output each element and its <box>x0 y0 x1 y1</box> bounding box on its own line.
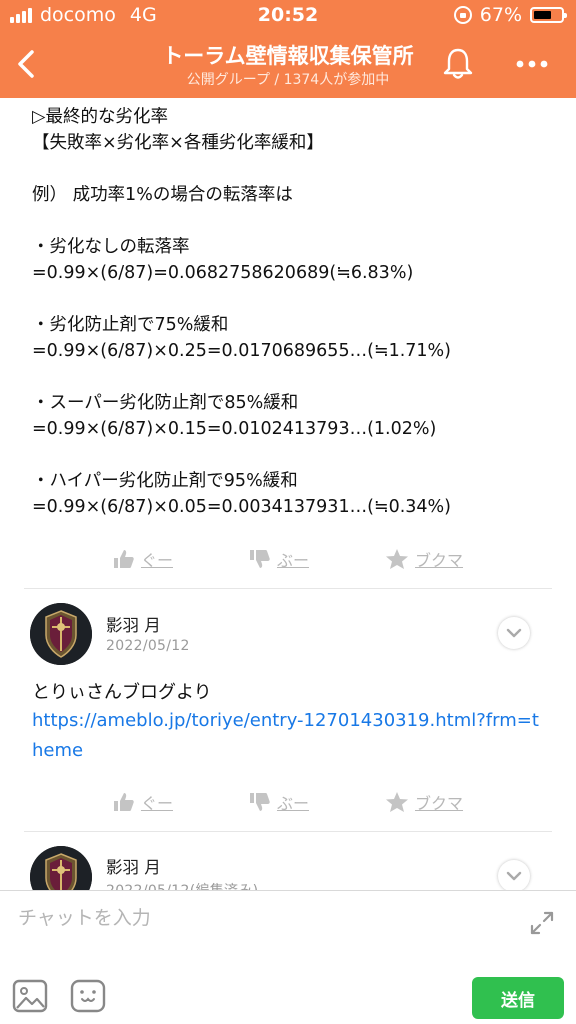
user-name: 影羽 月 <box>106 616 161 635</box>
shield-emblem-icon <box>30 603 92 665</box>
chevron-down-icon <box>506 628 522 638</box>
bookmark-label: ブクマ <box>415 551 464 570</box>
post-date: 2022/05/12(編集済み) <box>106 880 258 890</box>
like-label: ぐー <box>140 794 173 813</box>
bookmark-button[interactable]: ブクマ <box>385 547 463 571</box>
like-button[interactable]: ぐー <box>113 790 173 814</box>
bell-icon[interactable] <box>438 44 478 84</box>
post-body: ▷最終的な劣化率 【失敗率×劣化率×各種劣化率緩和】 例） 成功率1%の場合の転… <box>32 107 452 517</box>
dislike-button[interactable]: ぶー <box>249 790 309 814</box>
divider <box>24 588 552 589</box>
dislike-button[interactable]: ぶー <box>249 547 309 571</box>
chat-input[interactable] <box>18 901 518 935</box>
like-label: ぐー <box>140 551 173 570</box>
comment-menu-button[interactable] <box>498 860 530 890</box>
dislike-label: ぶー <box>276 551 309 570</box>
star-icon <box>386 549 408 569</box>
shield-emblem-icon <box>30 846 92 890</box>
battery-icon <box>530 7 567 23</box>
star-icon <box>386 792 408 812</box>
chevron-down-icon <box>506 871 522 881</box>
divider <box>24 831 552 832</box>
navigation-bar: トーラム壁情報収集保管所 公開グループ / 1374人が参加中 <box>0 32 576 98</box>
thumbs-up-icon <box>113 793 134 811</box>
bookmark-label: ブクマ <box>415 794 464 813</box>
reaction-row: ぐー ぶー ブクマ <box>0 782 576 822</box>
chat-content[interactable]: ▷最終的な劣化率 【失敗率×劣化率×各種劣化率緩和】 例） 成功率1%の場合の転… <box>0 98 576 890</box>
send-button[interactable]: 送信 <box>472 977 564 1019</box>
thumbs-down-icon <box>249 550 270 568</box>
post-date: 2022/05/12 <box>106 638 190 654</box>
group-title: トーラム壁情報収集保管所 <box>162 44 414 68</box>
status-right: 67% <box>453 4 567 26</box>
expand-icon[interactable] <box>528 909 556 937</box>
thumbs-down-icon <box>249 793 270 811</box>
blog-link[interactable]: https://ameblo.jp/toriye/entry-127014303… <box>32 706 542 766</box>
thumbs-up-icon <box>113 550 134 568</box>
status-bar: docomo 4G 20:52 67% <box>0 0 576 32</box>
more-dots-icon[interactable] <box>512 52 552 76</box>
avatar[interactable] <box>30 846 92 890</box>
battery-percent: 67% <box>479 4 522 26</box>
comment-text: とりぃさんブログより <box>32 682 212 703</box>
chat-input-bar: 送信 <box>0 890 576 1024</box>
reaction-row: ぐー ぶー ブクマ <box>0 539 576 579</box>
comment-menu-button[interactable] <box>498 617 530 649</box>
image-icon[interactable] <box>12 979 48 1013</box>
rotation-lock-icon <box>453 6 472 24</box>
like-button[interactable]: ぐー <box>113 547 173 571</box>
sticker-icon[interactable] <box>70 979 106 1013</box>
avatar[interactable] <box>30 603 92 665</box>
group-subtitle: 公開グループ / 1374人が参加中 <box>186 72 390 88</box>
dislike-label: ぶー <box>276 794 309 813</box>
user-name: 影羽 月 <box>106 858 161 877</box>
bookmark-button[interactable]: ブクマ <box>385 790 463 814</box>
